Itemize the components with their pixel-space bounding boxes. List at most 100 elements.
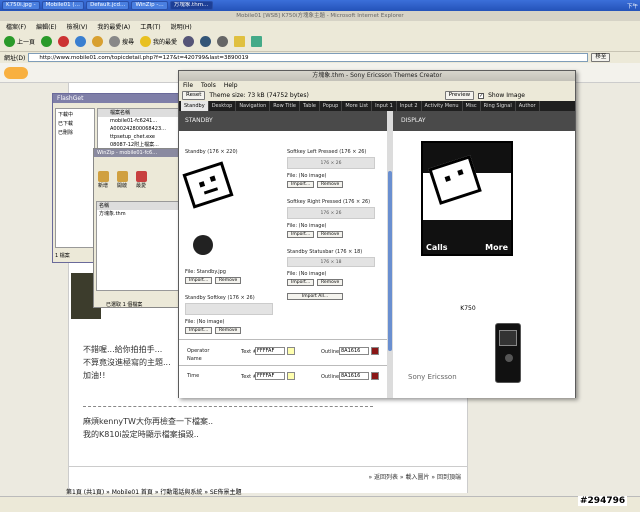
taskbar: K750i.jpg - Mobile01 (… Default.jcd… Win… <box>0 0 640 11</box>
history-icon[interactable] <box>183 36 195 47</box>
operator-text-swatch[interactable] <box>287 347 295 355</box>
phone-screen-preview: Calls More <box>421 141 513 256</box>
time-outline-swatch[interactable] <box>371 372 379 380</box>
tab-input-2[interactable]: Input 2 <box>397 101 422 111</box>
menu-tools[interactable]: Tools <box>201 82 216 89</box>
flashget-title: FlashGet <box>53 94 191 103</box>
taskbar-button[interactable]: K750i.jpg - <box>2 1 40 10</box>
tc-toolbar: Reset Theme size: 73 kB (74752 bytes) Pr… <box>179 90 575 101</box>
menu-favorites[interactable]: 我的最愛(A) <box>97 22 130 31</box>
star-icon <box>140 36 152 47</box>
print-icon[interactable] <box>217 36 229 47</box>
model-label: K750 <box>460 305 476 312</box>
standby-panel: STANDBY Standby (176 × 220) File: Standb… <box>179 111 391 398</box>
favorites-button[interactable]: 最愛 <box>136 171 147 189</box>
home-icon[interactable] <box>92 36 104 47</box>
column-header: 名稱 <box>97 202 179 210</box>
scrollbar-thumb[interactable] <box>388 171 392 351</box>
themes-creator-window: 方塊象.thm - Sony Ericsson Themes Creator F… <box>178 70 576 398</box>
open-button[interactable]: 開啟 <box>117 171 128 189</box>
softkey-right-preview: 176 × 26 <box>287 207 375 219</box>
operator-outline-color-input[interactable]: 8A1616 <box>339 347 369 355</box>
remove-button[interactable]: Remove <box>317 279 344 286</box>
address-label: 網址(D) <box>4 55 26 62</box>
standby-softkey-file: File: (No image) <box>185 319 225 325</box>
favorites-button[interactable]: 我的最愛 <box>140 36 177 47</box>
sony-ericsson-logo: Sony Ericsson <box>408 373 457 381</box>
remove-button[interactable]: Remove <box>317 231 344 238</box>
reset-button[interactable]: Reset <box>182 91 206 100</box>
preview-button[interactable]: Preview <box>444 91 475 100</box>
list-item[interactable]: A000242800068423... <box>98 125 190 133</box>
standby-softkey-label: Standby Softkey (176 × 26) <box>185 295 255 301</box>
menu-tools[interactable]: 工具(T) <box>140 22 160 31</box>
forward-arrow-icon[interactable] <box>41 36 53 47</box>
folder-icon[interactable] <box>234 36 246 47</box>
import-all-button[interactable]: Import All... <box>287 293 343 300</box>
remove-button[interactable]: Remove <box>317 181 344 188</box>
search-button[interactable]: 搜尋 <box>109 36 134 47</box>
tab-popup[interactable]: Popup <box>320 101 343 111</box>
tab-table[interactable]: Table <box>300 101 320 111</box>
watermark: #294796 <box>578 496 628 506</box>
taskbar-button[interactable]: 方塊象.thm… <box>169 1 213 10</box>
menu-file[interactable]: File <box>183 82 193 89</box>
page-links[interactable]: » 返回列表 » 載入圖片 » 回到頂端 <box>368 472 461 481</box>
back-button[interactable]: 上一頁 <box>4 36 35 47</box>
tab-more-list[interactable]: More List <box>342 101 373 111</box>
remove-button[interactable]: Remove <box>215 327 242 334</box>
time-outline-color-input[interactable]: 8A1616 <box>339 372 369 380</box>
tree-item[interactable]: 已刪除 <box>58 129 92 138</box>
phone-image <box>495 323 521 383</box>
file-list: 名稱 方塊象.thm <box>96 201 180 291</box>
tree-item[interactable]: 已下載 <box>58 120 92 129</box>
reply-body: 麻煩kennyTW大你再檢查一下檔案.. 我的K810i設定時顯示檔案損毀.. <box>83 417 214 439</box>
winzip-status: 已選取 1 個檔案 <box>106 302 143 308</box>
open-folder-icon <box>117 171 128 182</box>
go-button[interactable]: 移至 <box>591 53 611 62</box>
tab-desktop[interactable]: Desktop <box>209 101 237 111</box>
menu-help[interactable]: 說明(H) <box>171 22 192 31</box>
tab-activity-menu[interactable]: Activity Menu <box>422 101 463 111</box>
stop-icon[interactable] <box>58 36 70 47</box>
taskbar-button[interactable]: WinZip -… <box>131 1 168 10</box>
import-button[interactable]: Import... <box>185 327 213 334</box>
new-button[interactable]: 新增 <box>98 171 109 189</box>
tab-misc[interactable]: Misc <box>463 101 481 111</box>
list-item[interactable]: ttpsetup_chet.exe <box>98 133 190 141</box>
time-text-color-input[interactable]: FFFFAF <box>255 372 285 380</box>
show-image-label: Show Image <box>488 92 525 99</box>
softkey-left-label: Softkey Left Pressed (176 × 26) <box>287 149 367 155</box>
statusbar-label: Standby Statusbar (176 × 18) <box>287 249 363 255</box>
breadcrumb[interactable]: 第1頁 (共1頁) » Mobile01 首頁 » 行動電話與系統 » SE佈景… <box>66 487 242 496</box>
list-item[interactable]: 方塊象.thm <box>97 210 179 218</box>
tab-row-title[interactable]: Row Title <box>270 101 300 111</box>
mail-icon[interactable] <box>200 36 212 47</box>
messenger-icon[interactable] <box>251 36 263 47</box>
tab-ring-signal[interactable]: Ring Signal <box>481 101 516 111</box>
refresh-icon[interactable] <box>75 36 87 47</box>
softkey-right-file: File: (No image) <box>287 223 327 229</box>
tab-input-1[interactable]: Input 1 <box>372 101 397 111</box>
import-button[interactable]: Import... <box>287 231 315 238</box>
remove-button[interactable]: Remove <box>215 277 242 284</box>
menu-file[interactable]: 檔案(F) <box>6 22 26 31</box>
tab-navigation[interactable]: Navigation <box>236 101 271 111</box>
list-item[interactable]: mobile01-fc6241... <box>98 117 190 125</box>
tree-item[interactable]: 下載中 <box>58 111 92 120</box>
address-input[interactable]: http://www.mobile01.com/topicdetail.php?… <box>28 53 589 62</box>
import-button[interactable]: Import... <box>287 279 315 286</box>
menu-view[interactable]: 檢視(V) <box>67 22 88 31</box>
taskbar-button[interactable]: Mobile01 (… <box>41 1 85 10</box>
import-button[interactable]: Import... <box>185 277 213 284</box>
taskbar-button[interactable]: Default.jcd… <box>86 1 130 10</box>
time-text-swatch[interactable] <box>287 372 295 380</box>
operator-text-color-input[interactable]: FFFFAF <box>255 347 285 355</box>
import-button[interactable]: Import... <box>287 181 315 188</box>
menu-edit[interactable]: 編輯(E) <box>36 22 56 31</box>
tab-author[interactable]: Author <box>516 101 540 111</box>
show-image-checkbox[interactable]: ✓ <box>478 92 485 99</box>
tab-standby[interactable]: Standby <box>181 101 209 111</box>
operator-outline-swatch[interactable] <box>371 347 379 355</box>
menu-help[interactable]: Help <box>224 82 238 89</box>
